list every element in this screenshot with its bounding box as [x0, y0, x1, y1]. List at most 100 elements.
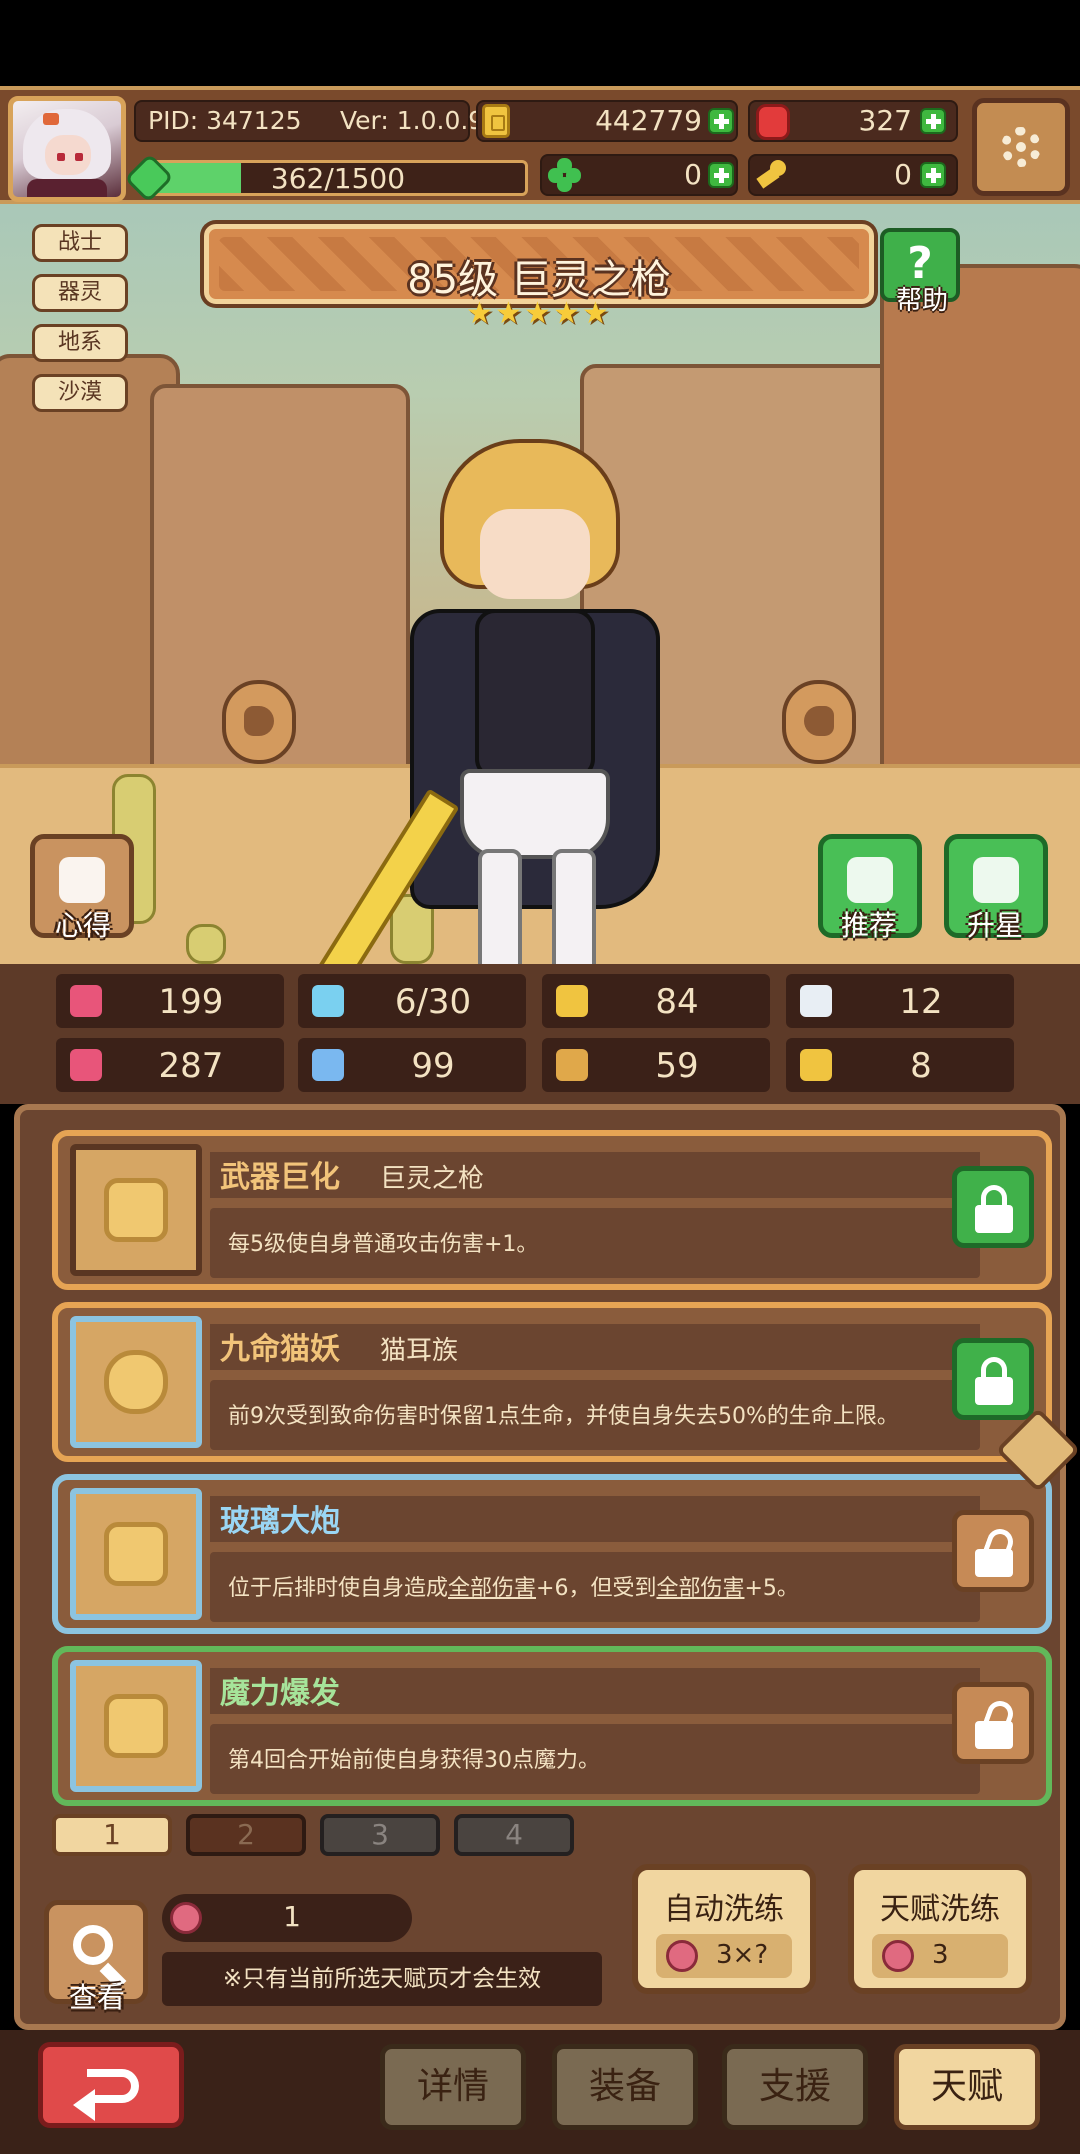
insight-label: 心得 [54, 909, 111, 942]
recommend-label: 推荐 [840, 909, 897, 942]
desc-part: +5。 [744, 1576, 799, 1601]
prev-character-button[interactable] [222, 680, 296, 764]
thumbs-up-icon [847, 857, 893, 903]
stat-box: 99 [298, 1038, 526, 1092]
cat-emblem-icon [104, 1350, 168, 1414]
talent-wash-cost: 3 [932, 1940, 949, 1970]
page-tab-4[interactable]: 4 [454, 1814, 574, 1856]
nav-support[interactable]: 支援 [722, 2044, 868, 2130]
talent-name: 武器巨化 [220, 1160, 340, 1195]
gem-amount: 327 [858, 104, 912, 137]
stat-box: 59 [542, 1038, 770, 1092]
peach-counter: 1 [162, 1894, 412, 1942]
player-id: PID: 347125 [148, 106, 302, 135]
talent-description: 位于后排时使自身造成全部伤害+6，但受到全部伤害+5。 [228, 1570, 799, 1602]
talent-icon-box [70, 1144, 202, 1276]
talent-slot-3[interactable]: 玻璃大炮 位于后排时使自身造成全部伤害+6，但受到全部伤害+5。 [52, 1474, 1052, 1634]
talent-description: 前9次受到致命伤害时保留1点生命，并使自身失去50%的生命上限。 [228, 1404, 899, 1429]
stat-box: 287 [56, 1038, 284, 1092]
talent-icon-box [70, 1660, 202, 1792]
stat-value: 59 [655, 1046, 699, 1086]
add-gems-icon[interactable] [920, 108, 946, 134]
key-amount: 0 [894, 158, 912, 191]
stat-value: 8 [910, 1046, 932, 1086]
red-gem-icon [756, 104, 790, 140]
boot-icon [556, 1049, 588, 1081]
help-label: 帮助 [895, 286, 948, 316]
notebook-icon [59, 857, 105, 903]
lock-button[interactable] [952, 1166, 1034, 1248]
fist-icon [70, 1049, 102, 1081]
add-gold-icon[interactable] [708, 108, 734, 134]
player-avatar[interactable] [8, 96, 126, 202]
star-icon: ★ [524, 296, 551, 331]
star-up-label: 升星 [966, 909, 1023, 942]
character-scene: 战士 器灵 地系 沙漠 85级 巨灵之枪 ★ ★ ★ ★ ★ ? 帮助 心得 推荐 升星 [0, 204, 1080, 964]
settings-button[interactable] [972, 98, 1070, 196]
tag-warrior[interactable]: 战士 [32, 224, 128, 262]
talent-page-note: ※只有当前所选天赋页才会生效 [162, 1952, 602, 2006]
clover-icon [548, 158, 582, 192]
stat-value: 199 [158, 982, 224, 1022]
talent-page-tabs: 1 2 3 4 [20, 1814, 1060, 1858]
gold-amount: 442779 [595, 104, 702, 137]
shield-icon [556, 985, 588, 1017]
cross-emblem-icon [104, 1522, 168, 1586]
experience-text: 362/1500 [270, 162, 406, 195]
star-icon: ★ [495, 296, 522, 331]
add-clover-icon[interactable] [708, 162, 734, 188]
talent-name: 九命猫妖 [220, 1332, 340, 1367]
stat-value: 99 [411, 1046, 455, 1086]
nav-equipment[interactable]: 装备 [552, 2044, 698, 2130]
tag-weapon-spirit[interactable]: 器灵 [32, 274, 128, 312]
tag-earth[interactable]: 地系 [32, 324, 128, 362]
stat-box: 84 [542, 974, 770, 1028]
desc-part: +6，但受到 [536, 1576, 657, 1601]
auto-wash-label: 自动洗练 [664, 1892, 784, 1927]
status-bar [0, 0, 1080, 86]
lock-button[interactable] [952, 1338, 1034, 1420]
stat-value: 6/30 [394, 982, 472, 1022]
clover-amount: 0 [684, 158, 702, 191]
book-icon [312, 1049, 344, 1081]
star-emblem-icon [104, 1178, 168, 1242]
nav-details[interactable]: 详情 [380, 2044, 526, 2130]
talent-icon-box [70, 1316, 202, 1448]
page-tab-2[interactable]: 2 [186, 1814, 306, 1856]
peach-icon [882, 1940, 914, 1972]
talent-slot-2[interactable]: 九命猫妖 猫耳族 前9次受到致命伤害时保留1点生命，并使自身失去50%的生命上限… [52, 1302, 1052, 1462]
talent-wash-button[interactable]: 天赋洗练 3 [848, 1864, 1032, 1994]
page-tab-3[interactable]: 3 [320, 1814, 440, 1856]
talent-description: 第4回合开始前使自身获得30点魔力。 [228, 1748, 600, 1773]
mana-drop-icon [312, 985, 344, 1017]
talent-wash-label: 天赋洗练 [880, 1892, 1000, 1927]
talent-subtitle: 猫耳族 [380, 1336, 459, 1366]
tag-desert[interactable]: 沙漠 [32, 374, 128, 412]
stat-box: 6/30 [298, 974, 526, 1028]
stat-box: 12 [786, 974, 1014, 1028]
star-icon [973, 857, 1019, 903]
peach-icon [170, 1902, 202, 1934]
stat-value: 12 [899, 982, 943, 1022]
back-button[interactable] [38, 2042, 184, 2128]
stat-box: 199 [56, 974, 284, 1028]
unlock-button[interactable] [952, 1510, 1034, 1592]
magnifier-icon [73, 1925, 113, 1965]
cross-emblem-icon [104, 1694, 168, 1758]
talent-description: 每5级使自身普通攻击伤害+1。 [228, 1232, 539, 1257]
add-key-icon[interactable] [920, 162, 946, 188]
page-tab-1[interactable]: 1 [52, 1814, 172, 1856]
stat-value: 287 [158, 1046, 224, 1086]
peach-icon [666, 1940, 698, 1972]
next-character-button[interactable] [782, 680, 856, 764]
unlock-button[interactable] [952, 1682, 1034, 1764]
auto-wash-button[interactable]: 自动洗练 3×? [632, 1864, 816, 1994]
auto-wash-cost: 3×? [716, 1940, 769, 1970]
nav-talent[interactable]: 天赋 [894, 2044, 1040, 2130]
hero-character [296, 439, 740, 964]
desc-keyword: 全部伤害 [448, 1576, 537, 1601]
wing-icon [800, 985, 832, 1017]
talent-slot-1[interactable]: 武器巨化 巨灵之枪 每5级使自身普通攻击伤害+1。 [52, 1130, 1052, 1290]
talent-slot-4[interactable]: 魔力爆发 第4回合开始前使自身获得30点魔力。 [52, 1646, 1052, 1806]
stats-panel: 199 6/30 84 12 287 99 59 8 [0, 964, 1080, 1104]
